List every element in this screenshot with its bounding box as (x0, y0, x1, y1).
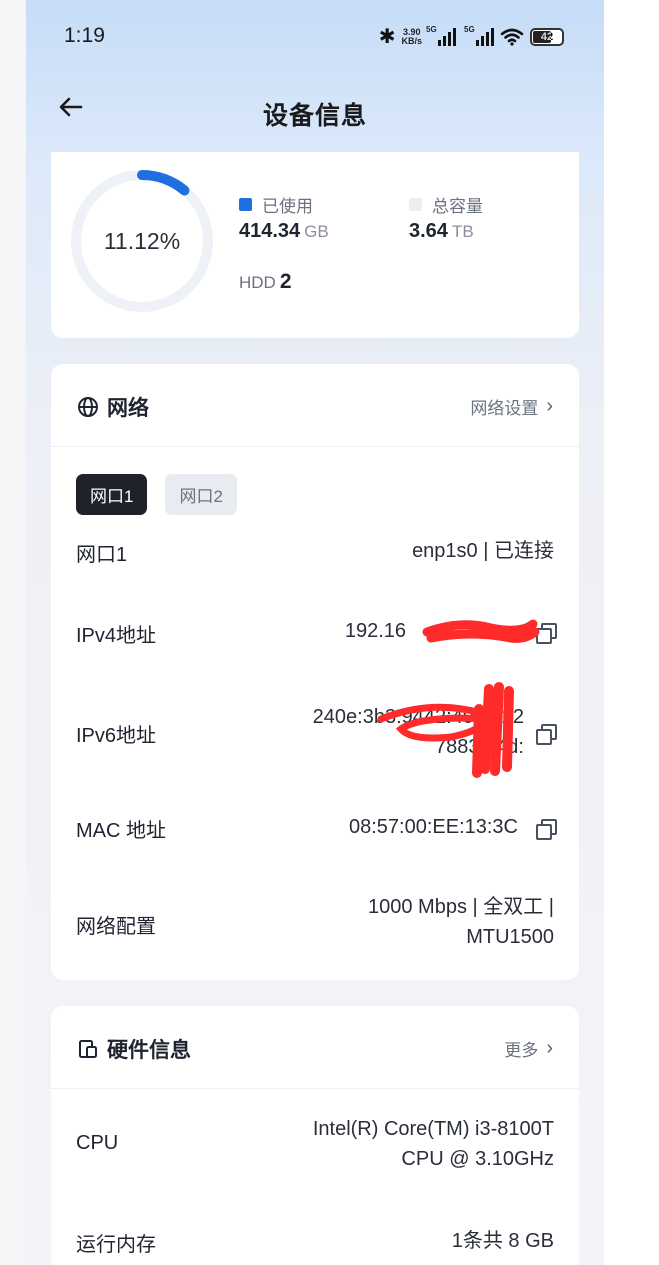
hdd-number: 2 (279, 270, 292, 293)
hardware-more-link[interactable]: 更多 › (504, 1036, 553, 1061)
config-key: 网络配置 (76, 916, 156, 938)
ipv6-key: IPv6地址 (76, 725, 157, 747)
copy-ipv4-icon[interactable] (536, 623, 557, 644)
cpu-value-line2: CPU @ 3.10GHz (401, 1148, 554, 1170)
signal-icon-2: 5G (464, 25, 494, 46)
memory-row: 运行内存 1条共 8 GB (76, 1226, 554, 1258)
used-number: 414.34 (239, 220, 301, 242)
copy-mac-icon[interactable] (536, 819, 557, 840)
page-title: 设备信息 (262, 102, 367, 130)
memory-key: 运行内存 (76, 1234, 156, 1256)
port-key: 网口1 (76, 544, 128, 566)
ipv4-value: 192.16 (344, 620, 406, 642)
network-header: 网络 网络设置 › (51, 364, 579, 447)
phone-screen: 1:19 ✱ 3.90 KB/s 5G 5G 42 设备信息 11.12% 已使… (26, 0, 604, 1265)
bluetooth-icon: ✱ (378, 26, 396, 48)
storage-card: 11.12% 已使用 414.34 GB 总容量 3.64 TB HDD 2 (51, 152, 579, 338)
network-settings-link[interactable]: 网络设置 › (470, 394, 553, 419)
used-unit: GB (304, 222, 329, 241)
signal-1-label: 5G (426, 24, 437, 34)
wifi-icon (500, 28, 524, 46)
hardware-more-label: 更多 (504, 1041, 539, 1060)
mac-key: MAC 地址 (76, 820, 166, 842)
total-label: 总容量 (432, 197, 483, 216)
app-header: 设备信息 (26, 80, 604, 142)
config-row: 网络配置 1000 Mbps | 全双工 | MTU1500 (76, 892, 554, 956)
network-title: 网络 (77, 392, 149, 422)
tab-port-2[interactable]: 网口2 (165, 474, 237, 515)
port-row: 网口1 enp1s0 | 已连接 (76, 536, 554, 568)
network-settings-label: 网络设置 (470, 399, 539, 418)
total-swatch (409, 198, 422, 211)
config-value-line1: 1000 Mbps | 全双工 | (367, 896, 554, 918)
ipv4-key: IPv4地址 (76, 625, 157, 647)
cpu-value-line1: Intel(R) Core(TM) i3-8100T (312, 1118, 554, 1140)
hdd-count: HDD 2 (239, 270, 292, 294)
storage-percent: 11.12% (103, 227, 181, 254)
hdd-label: HDD (239, 273, 276, 292)
signal-icon-1: 5G (426, 25, 456, 46)
total-value: 3.64 TB (409, 220, 474, 243)
used-label: 已使用 (262, 197, 313, 216)
total-legend: 总容量 (409, 192, 483, 217)
tab-port-1[interactable]: 网口1 (76, 474, 148, 515)
cpu-value: Intel(R) Core(TM) i3-8100T CPU @ 3.10GHz (313, 1114, 554, 1174)
hardware-title: 硬件信息 (77, 1034, 191, 1064)
status-icons: ✱ 3.90 KB/s 5G 5G 42 (379, 24, 564, 49)
network-title-text: 网络 (107, 397, 149, 420)
screen-gutter (604, 0, 659, 1265)
config-value-line2: MTU1500 (466, 926, 554, 948)
cpu-row: CPU Intel(R) Core(TM) i3-8100T CPU @ 3.1… (76, 1114, 554, 1178)
port-tabs: 网口1 网口2 (76, 474, 237, 515)
mac-value: 08:57:00:EE:13:3C (348, 816, 518, 838)
ipv6-value: 240e:3b3:9442:4980:22 7883:24d: (313, 702, 524, 762)
device-icon (79, 1040, 97, 1058)
status-bar: 1:19 ✱ 3.90 KB/s 5G 5G 42 (26, 18, 604, 58)
hardware-card: 硬件信息 更多 › CPU Intel(R) Core(TM) i3-8100T… (51, 1006, 579, 1265)
network-speed: 3.90 KB/s (401, 27, 422, 46)
used-legend: 已使用 (239, 192, 313, 217)
hardware-header: 硬件信息 更多 › (51, 1006, 579, 1089)
cpu-key: CPU (76, 1132, 119, 1154)
chevron-right-icon: › (546, 395, 553, 417)
ipv6-value-line2: 7883:24d: (435, 736, 524, 758)
total-unit: TB (451, 222, 474, 241)
globe-icon (78, 397, 98, 417)
port-value: enp1s0 | 已连接 (412, 540, 554, 562)
status-time: 1:19 (64, 24, 105, 47)
used-swatch (239, 198, 252, 211)
config-value: 1000 Mbps | 全双工 | MTU1500 (368, 892, 554, 952)
network-speed-unit: KB/s (401, 35, 422, 46)
battery-level: 42 (540, 30, 554, 43)
ipv4-row: IPv4地址 192.16 (76, 616, 557, 648)
hardware-title-text: 硬件信息 (107, 1039, 191, 1062)
ipv6-value-line1: 240e:3b3:9442:4980:22 (312, 706, 524, 728)
mac-row: MAC 地址 08:57:00:EE:13:3C (76, 812, 557, 844)
used-value: 414.34 GB (239, 220, 329, 243)
chevron-right-icon: › (546, 1037, 553, 1059)
ipv6-row: IPv6地址 240e:3b3:9442:4980:22 7883:24d: (76, 702, 557, 766)
total-number: 3.64 (409, 220, 448, 242)
network-card: 网络 网络设置 › 网口1 网口2 网口1 enp1s0 | 已连接 IPv4地… (51, 364, 579, 980)
copy-ipv6-icon[interactable] (536, 724, 557, 745)
signal-2-label: 5G (464, 24, 475, 34)
memory-value: 1条共 8 GB (451, 1230, 554, 1252)
battery-icon: 42 (530, 27, 564, 46)
